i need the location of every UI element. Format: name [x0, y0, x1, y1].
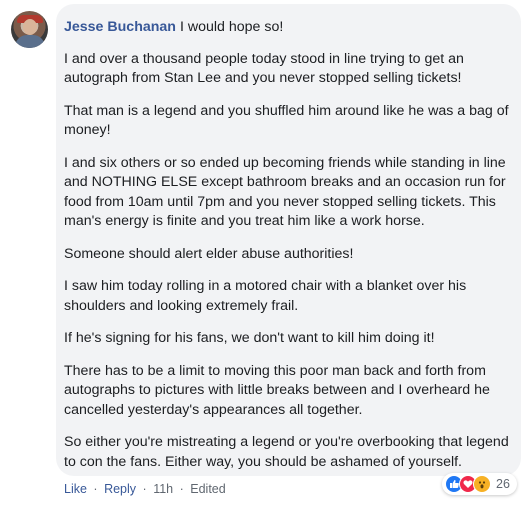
author-name[interactable]: Jesse Buchanan	[64, 19, 176, 35]
comment-paragraph: That man is a legend and you shuffled hi…	[64, 102, 509, 139]
comment-paragraph: If he's signing for his fans, we don't w…	[64, 330, 435, 346]
like-link[interactable]: Like	[64, 482, 87, 496]
comment-body: Jesse Buchanan I would hope so! I and ove…	[64, 18, 516, 485]
reactions-summary[interactable]: 26	[442, 473, 517, 495]
comment-paragraph: I and over a thousand people today stood…	[64, 50, 464, 87]
comment-paragraph: There has to be a limit to moving this p…	[64, 362, 490, 418]
separator-dot: ·	[93, 482, 98, 496]
comment-paragraph: Someone should alert elder abuse authori…	[64, 245, 354, 262]
comment-paragraph: So either you're mistreating a legend or…	[64, 434, 509, 470]
avatar[interactable]	[11, 11, 48, 48]
avatar-shirt-shape	[15, 35, 45, 48]
edited-label[interactable]: Edited	[190, 482, 225, 496]
separator-dot: ·	[179, 482, 184, 496]
comment-paragraph: I saw him today rolling in a motored cha…	[64, 278, 467, 314]
reaction-count: 26	[496, 477, 510, 491]
comment-actions: Like · Reply · 11h · Edited	[64, 482, 226, 496]
timestamp[interactable]: 11h	[153, 482, 173, 496]
comment-page: Jesse Buchanan I would hope so! I and ove…	[0, 0, 526, 509]
reply-link[interactable]: Reply	[104, 482, 136, 496]
comment-opening-text: I would hope so!	[179, 19, 284, 35]
comment-first-line: Jesse Buchanan I would hope so!	[64, 18, 516, 38]
avatar-face-shape	[23, 19, 37, 35]
wow-icon	[473, 475, 491, 493]
comment-paragraph: I and six others or so ended up becoming…	[64, 154, 506, 230]
separator-dot: ·	[142, 482, 147, 496]
